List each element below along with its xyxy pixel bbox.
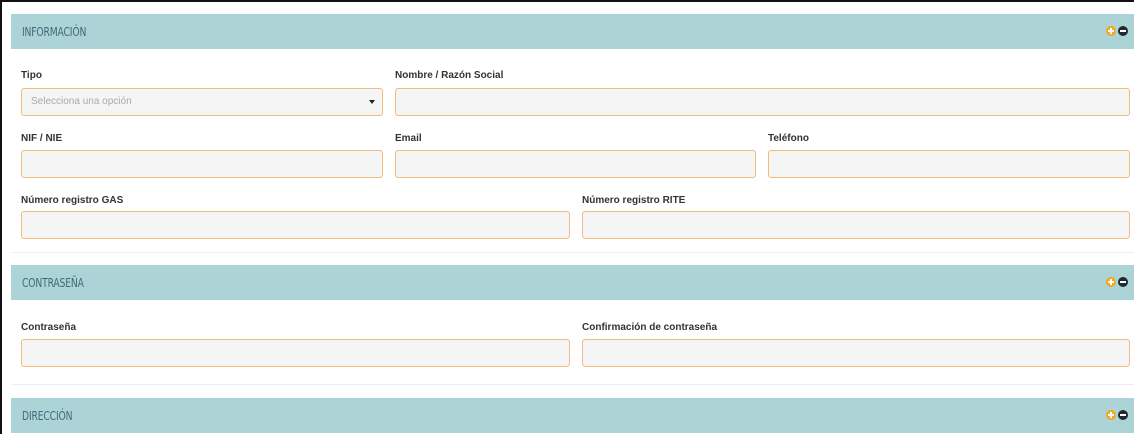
password-label: Contraseña [21, 322, 77, 333]
minus-circle-icon[interactable] [1118, 26, 1128, 36]
panel-header-contrasena[interactable]: CONTRASEÑA [11, 265, 1134, 300]
telefono-label: Teléfono [768, 133, 809, 144]
panel-divider [11, 384, 1134, 385]
nombre-input[interactable] [395, 88, 1130, 116]
caret-down-icon [369, 100, 375, 104]
panel-header-informacion[interactable]: INFORMACIÓN [11, 14, 1134, 49]
panel-header-controls [1106, 410, 1128, 421]
email-label: Email [395, 133, 422, 144]
panel-header-controls [1106, 277, 1128, 288]
panel-title: DIRECCIÓN [22, 408, 73, 423]
tipo-select-placeholder: Selecciona una opción [31, 96, 132, 107]
panel-header-direccion[interactable]: DIRECCIÓN [11, 398, 1134, 433]
panel-body-contrasena: Contraseña Confirmación de contraseña [11, 300, 1134, 382]
tipo-label: Tipo [21, 70, 42, 81]
password-input[interactable] [21, 339, 570, 367]
nif-label: NIF / NIE [21, 133, 63, 144]
registro-rite-input[interactable] [582, 211, 1130, 239]
plus-circle-icon[interactable] [1106, 410, 1116, 420]
panel-title: INFORMACIÓN [22, 24, 87, 39]
minus-circle-icon[interactable] [1118, 410, 1128, 420]
registro-gas-input[interactable] [21, 211, 570, 239]
tipo-select[interactable]: Selecciona una opción [21, 88, 383, 116]
nif-input[interactable] [21, 150, 383, 178]
password-confirm-input[interactable] [582, 339, 1130, 367]
nombre-label: Nombre / Razón Social [395, 70, 504, 81]
panel-title: CONTRASEÑA [22, 275, 84, 290]
minus-circle-icon[interactable] [1118, 277, 1128, 287]
panel-body-informacion: Tipo Selecciona una opción Nombre / Razó… [11, 49, 1134, 251]
form-page: INFORMACIÓN Tipo Selecciona una opción N… [0, 0, 1134, 434]
panel-header-controls [1106, 26, 1128, 37]
password-confirm-label: Confirmación de contraseña [582, 322, 718, 333]
email-input[interactable] [395, 150, 756, 178]
panel-divider [11, 252, 1134, 253]
registro-rite-label: Número registro RITE [582, 195, 686, 206]
plus-circle-icon[interactable] [1106, 26, 1116, 36]
registro-gas-label: Número registro GAS [21, 195, 124, 206]
telefono-input[interactable] [768, 150, 1130, 178]
plus-circle-icon[interactable] [1106, 277, 1116, 287]
